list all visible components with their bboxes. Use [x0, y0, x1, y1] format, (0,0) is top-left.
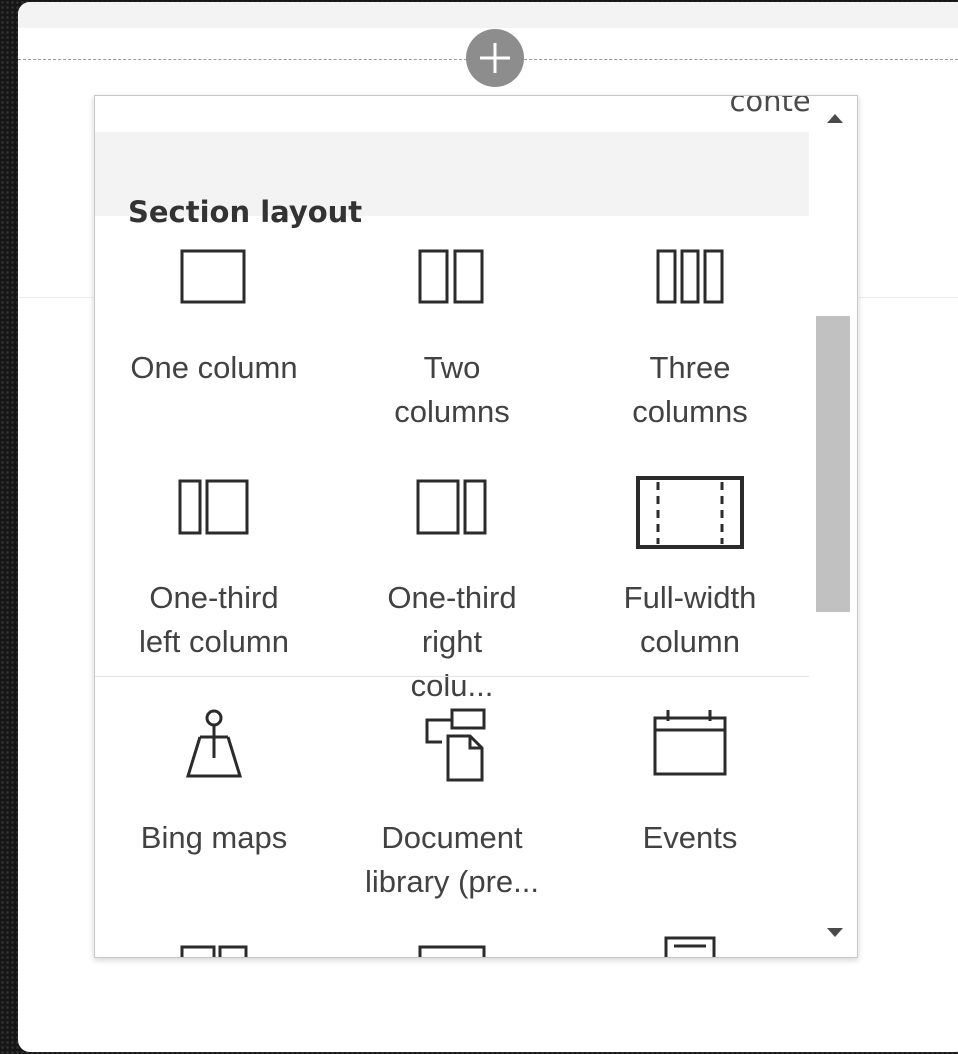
webpart-label: Bing maps [140, 820, 288, 855]
section-layout-title: Section layout [128, 195, 363, 229]
one-third-left-column-icon [178, 479, 249, 535]
top-band [18, 2, 958, 28]
scrollbar-thumb[interactable] [816, 316, 850, 612]
plus-circle-icon [480, 43, 510, 73]
webpart-label: Events [642, 820, 738, 855]
two-columns-icon [418, 249, 484, 304]
three-columns-icon [656, 249, 724, 304]
toolbox-scrollbar[interactable] [809, 96, 857, 957]
layout-label: One-third right colu... [387, 580, 517, 703]
partial-tile-icon [180, 945, 248, 957]
partial-tile-icon [664, 936, 716, 957]
layout-label: One-third left column [139, 580, 289, 659]
add-section-button[interactable] [466, 29, 524, 87]
partial-item-label: content [729, 96, 809, 118]
partial-tile-icon [418, 945, 486, 957]
layout-label: Two columns [394, 350, 510, 429]
layout-label: One column [130, 350, 298, 385]
webpart-label: Document library (pre... [365, 820, 539, 899]
toolbox-list: content Section layout One column Two co… [95, 96, 809, 957]
scroll-down-arrow-icon[interactable] [827, 928, 843, 937]
scroll-up-arrow-icon[interactable] [827, 114, 843, 123]
section-layout-header: Section layout [95, 132, 809, 229]
toolbox-panel: content Section layout One column Two co… [94, 95, 858, 958]
full-width-column-icon [636, 476, 744, 549]
one-third-right-column-icon [416, 479, 487, 535]
one-column-icon [180, 249, 246, 304]
layout-label: Full-width column [623, 580, 757, 659]
document-library-icon [425, 708, 486, 782]
events-calendar-icon [653, 710, 727, 776]
bing-maps-icon [185, 709, 243, 778]
layout-label: Three columns [632, 350, 748, 429]
group-divider [95, 676, 809, 677]
